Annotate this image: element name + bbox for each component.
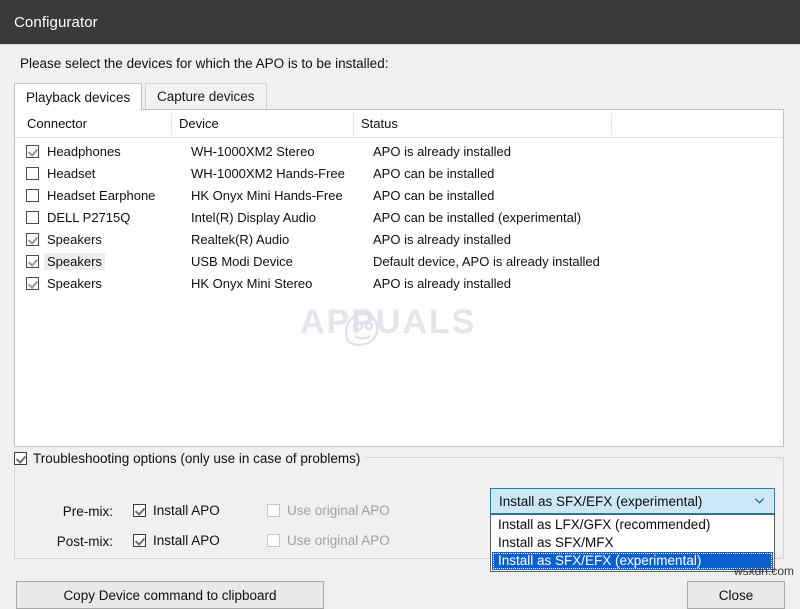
postmix-install-apo-label: Install APO (153, 533, 220, 548)
cell-connector: Headphones (47, 144, 121, 159)
device-list-header: Connector Device Status (15, 110, 783, 138)
close-button[interactable]: Close (687, 581, 785, 609)
premix-install-apo-label: Install APO (153, 503, 220, 518)
chevron-down-icon (754, 495, 765, 506)
table-row[interactable]: Headphones WH-1000XM2 Stereo APO is alre… (15, 141, 783, 163)
premix-use-original-apo-label: Use original APO (287, 503, 390, 518)
device-checkbox[interactable] (26, 233, 39, 246)
dropdown-option-sfx-efx[interactable]: Install as SFX/EFX (experimental) (492, 552, 773, 570)
cell-device: WH-1000XM2 Hands-Free (191, 166, 345, 181)
postmix-row: Post-mix: Install APO Use original APO (15, 532, 485, 554)
device-checkbox[interactable] (26, 167, 39, 180)
cell-device: HK Onyx Mini Stereo (191, 276, 312, 291)
watermark-wsxdn: wsxdn.com (734, 564, 794, 578)
tab-strip: Playback devices Capture devices (14, 83, 784, 109)
cell-device: Realtek(R) Audio (191, 232, 289, 247)
table-row[interactable]: Speakers USB Modi Device Default device,… (15, 251, 783, 273)
cell-status: APO can be installed (373, 188, 494, 203)
cell-connector: Speakers (47, 276, 102, 291)
cell-device: USB Modi Device (191, 254, 293, 269)
postmix-install-apo-checkbox[interactable]: Install APO (133, 533, 220, 548)
device-checkbox[interactable] (26, 277, 39, 290)
device-list-body: Headphones WH-1000XM2 Stereo APO is alre… (15, 138, 783, 295)
close-button-label: Close (719, 588, 754, 603)
checkbox-icon (133, 534, 146, 547)
cell-status: APO is already installed (373, 232, 511, 247)
cell-status: APO is already installed (373, 276, 511, 291)
troubleshooting-options-label: Troubleshooting options (only use in cas… (33, 451, 360, 466)
cell-device: WH-1000XM2 Stereo (191, 144, 315, 159)
table-row[interactable]: Headset WH-1000XM2 Hands-Free APO can be… (15, 163, 783, 185)
checkbox-icon (133, 504, 146, 517)
apo-install-mode-select[interactable]: Install as SFX/EFX (experimental) (490, 488, 775, 514)
cell-device: Intel(R) Display Audio (191, 210, 316, 225)
table-row[interactable]: Speakers HK Onyx Mini Stereo APO is alre… (15, 273, 783, 295)
page-title: Please select the devices for which the … (20, 56, 388, 71)
apo-install-mode-dropdown[interactable]: Install as LFX/GFX (recommended) Install… (490, 514, 775, 572)
device-checkbox[interactable] (26, 211, 39, 224)
cell-connector: Headset (47, 166, 95, 181)
tab-playback-devices[interactable]: Playback devices (14, 83, 142, 110)
window-titlebar: Configurator (0, 0, 800, 44)
copy-device-command-button[interactable]: Copy Device command to clipboard (16, 581, 324, 609)
cell-connector: DELL P2715Q (47, 210, 130, 225)
checkbox-icon (267, 534, 280, 547)
troubleshooting-options-checkbox[interactable]: Troubleshooting options (only use in cas… (14, 449, 365, 467)
copy-device-command-label: Copy Device command to clipboard (63, 588, 276, 603)
postmix-label: Post-mix: (33, 534, 113, 549)
postmix-use-original-apo-checkbox: Use original APO (267, 533, 390, 548)
tab-playback-devices-label: Playback devices (26, 90, 130, 105)
premix-install-apo-checkbox[interactable]: Install APO (133, 503, 220, 518)
table-row[interactable]: DELL P2715Q Intel(R) Display Audio APO c… (15, 207, 783, 229)
premix-use-original-apo-checkbox: Use original APO (267, 503, 390, 518)
device-checkbox[interactable] (26, 189, 39, 202)
column-header-connector[interactable]: Connector (27, 116, 87, 131)
tab-capture-devices[interactable]: Capture devices (145, 83, 267, 109)
cell-connector: Headset Earphone (47, 188, 155, 203)
column-header-status[interactable]: Status (353, 116, 398, 131)
cell-status: APO is already installed (373, 144, 511, 159)
column-header-device[interactable]: Device (171, 116, 219, 131)
dropdown-option-lfx-gfx[interactable]: Install as LFX/GFX (recommended) (492, 516, 773, 534)
cell-status: Default device, APO is already installed (373, 254, 600, 269)
dropdown-option-sfx-mfx[interactable]: Install as SFX/MFX (492, 534, 773, 552)
cell-status: APO can be installed (373, 166, 494, 181)
postmix-use-original-apo-label: Use original APO (287, 533, 390, 548)
device-checkbox[interactable] (26, 255, 39, 268)
apo-install-mode-value: Install as SFX/EFX (experimental) (499, 494, 702, 509)
checkbox-icon (267, 504, 280, 517)
device-list[interactable]: Connector Device Status Headphones WH-10… (14, 109, 784, 447)
window-title: Configurator (14, 14, 98, 31)
cell-connector: Speakers (47, 232, 102, 247)
cell-status: APO can be installed (experimental) (373, 210, 581, 225)
dialog-client-area: Please select the devices for which the … (0, 44, 800, 580)
cell-device: HK Onyx Mini Hands-Free (191, 188, 343, 203)
premix-row: Pre-mix: Install APO Use original APO (15, 502, 485, 524)
checkbox-icon (14, 452, 27, 465)
device-checkbox[interactable] (26, 145, 39, 158)
premix-label: Pre-mix: (33, 504, 113, 519)
table-row[interactable]: Headset Earphone HK Onyx Mini Hands-Free… (15, 185, 783, 207)
tab-capture-devices-label: Capture devices (157, 89, 255, 104)
cell-connector: Speakers (47, 254, 102, 269)
table-row[interactable]: Speakers Realtek(R) Audio APO is already… (15, 229, 783, 251)
column-divider-3[interactable] (611, 113, 612, 135)
